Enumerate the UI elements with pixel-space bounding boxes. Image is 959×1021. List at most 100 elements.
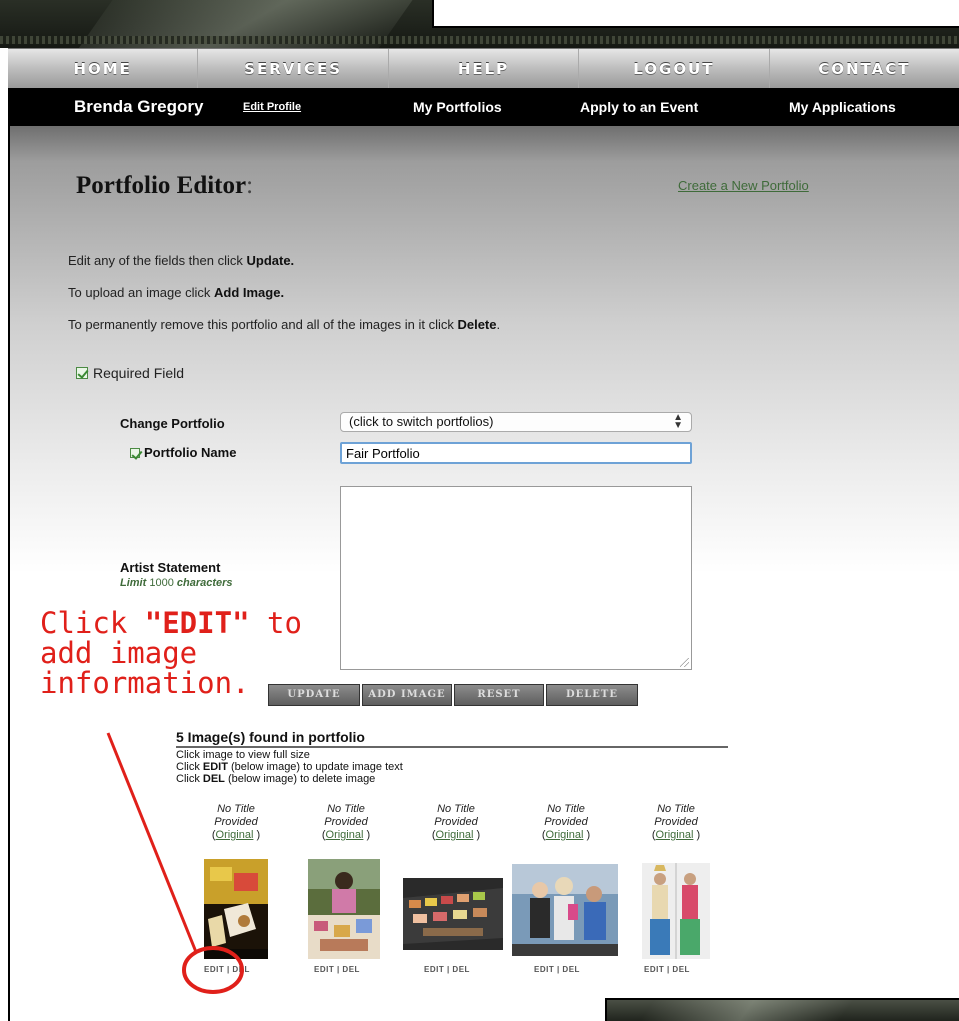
checkbox-icon [76,367,88,379]
delete-button[interactable]: DELETE [546,684,638,706]
reset-button[interactable]: RESET [454,684,544,706]
instruction-text: To permanently remove this portfolio and… [68,317,458,332]
required-field-legend: Required Field [76,365,184,381]
instruction-delete: To permanently remove this portfolio and… [68,317,500,332]
annotation-line-2: add image [40,636,198,670]
edit-link[interactable]: EDIT [204,965,224,974]
image-caption: No Title Provided (Original ) [416,803,496,842]
my-portfolios-link[interactable]: My Portfolios [413,88,502,126]
image-actions: EDIT | DEL [534,965,580,974]
image-caption: No Title Provided (Original ) [306,803,386,842]
form-buttons: UPDATE ADD IMAGE RESET DELETE [268,684,638,706]
original-link[interactable]: Original [326,829,364,841]
image-title: Provided [434,816,478,828]
page-title-text: Portfolio Editor [76,172,247,199]
annotation-text: Click [40,606,145,640]
portfolio-name-label: Portfolio Name [144,445,237,460]
overlay-panel-bottom [605,998,959,1021]
thumbnail-image-3[interactable] [403,878,503,950]
overlay-panel [432,0,959,28]
del-link[interactable]: DEL [342,965,360,974]
instruction-text: Edit any of the fields then click [68,253,247,268]
nav-home[interactable]: HOME [8,48,199,89]
banner-swoosh [632,1000,862,1021]
paren: ) [253,829,261,841]
paren: ) [363,829,371,841]
change-portfolio-select[interactable]: (click to switch portfolios) ▲ ▼ [340,412,692,432]
del-link[interactable]: DEL [672,965,690,974]
image-title: Provided [654,816,698,828]
nav-contact[interactable]: CONTACT [770,49,959,89]
image-title: Provided [214,816,258,828]
portfolio-name-input[interactable] [340,442,692,464]
edit-profile-link[interactable]: Edit Profile [243,88,301,126]
annotation-line-1: Click "EDIT" to [40,608,302,638]
thumbnail-image-1[interactable] [204,859,268,959]
paren: ) [583,829,591,841]
change-portfolio-label: Change Portfolio [120,416,225,431]
add-image-button[interactable]: ADD IMAGE [362,684,452,706]
image-title: No Title [437,803,475,815]
image-caption: No Title Provided (Original ) [636,803,716,842]
nav-help[interactable]: HELP [389,48,580,89]
original-link[interactable]: Original [436,829,474,841]
nav-logout[interactable]: LOGOUT [579,48,770,89]
images-count-header: 5 Image(s) found in portfolio [176,729,728,748]
edit-annotation: Click "EDIT" to add image information. [40,608,302,698]
nav-services[interactable]: SERVICES [198,48,389,89]
character-limit-note: Limit 1000 characters [120,577,233,589]
help-bold: DEL [202,773,225,785]
help-line: Click DEL (below image) to delete image [176,773,403,785]
del-link[interactable]: DEL [232,965,250,974]
original-link[interactable]: Original [546,829,584,841]
required-field-label: Required Field [93,365,185,381]
image-actions: EDIT | DEL [644,965,690,974]
instruction-bold: Add Image. [213,285,285,300]
limit-post: characters [173,577,233,589]
user-bar: Brenda Gregory Edit Profile My Portfolio… [8,88,959,126]
help-bold: EDIT [202,761,228,773]
edit-link[interactable]: EDIT [644,965,664,974]
edit-link[interactable]: EDIT [314,965,334,974]
portfolio-name-label-row: Portfolio Name [130,445,236,460]
help-text: (below image) to update image text [227,761,403,773]
create-portfolio-link[interactable]: Create a New Portfolio [678,178,809,193]
instruction-bold: Delete [457,317,497,332]
del-link[interactable]: DEL [452,965,470,974]
del-link[interactable]: DEL [562,965,580,974]
help-text: (below image) to delete image [224,773,376,785]
instruction-bold: Update. [246,253,295,268]
help-line: Click EDIT (below image) to update image… [176,761,403,773]
original-link[interactable]: Original [656,829,694,841]
help-text: Click [176,773,203,785]
image-caption: No Title Provided (Original ) [196,803,276,842]
thumbnail-image-5[interactable] [642,863,710,959]
resize-grip-icon[interactable] [680,658,689,667]
paren: ) [473,829,481,841]
thumbnail-image-4[interactable] [512,864,618,956]
my-applications-link[interactable]: My Applications [789,88,896,126]
thumbnail-image-2[interactable] [308,859,380,959]
paren: ) [693,829,701,841]
select-value: (click to switch portfolios) [349,414,494,429]
edit-link[interactable]: EDIT [424,965,444,974]
user-name: Brenda Gregory [74,97,204,116]
page-title: Portfolio Editor: [76,172,253,200]
images-help-text: Click image to view full size Click EDIT… [176,749,403,785]
image-actions: EDIT | DEL [204,965,250,974]
annotation-text: to [249,606,302,640]
image-title: No Title [327,803,365,815]
instruction-text: To upload an image click [68,285,214,300]
apply-event-link[interactable]: Apply to an Event [580,88,698,126]
instruction-update: Edit any of the fields then click Update… [68,253,294,268]
artist-statement-textarea[interactable] [340,486,692,670]
instruction-add-image: To upload an image click Add Image. [68,285,284,300]
original-link[interactable]: Original [216,829,254,841]
page-title-colon: : [246,172,254,199]
banner-pattern [0,36,959,44]
edit-link[interactable]: EDIT [534,965,554,974]
main-nav: HOME SERVICES HELP LOGOUT CONTACT [8,48,959,89]
annotation-line-3: information. [40,666,250,700]
limit-pre: Limit [120,577,150,589]
image-title: No Title [657,803,695,815]
